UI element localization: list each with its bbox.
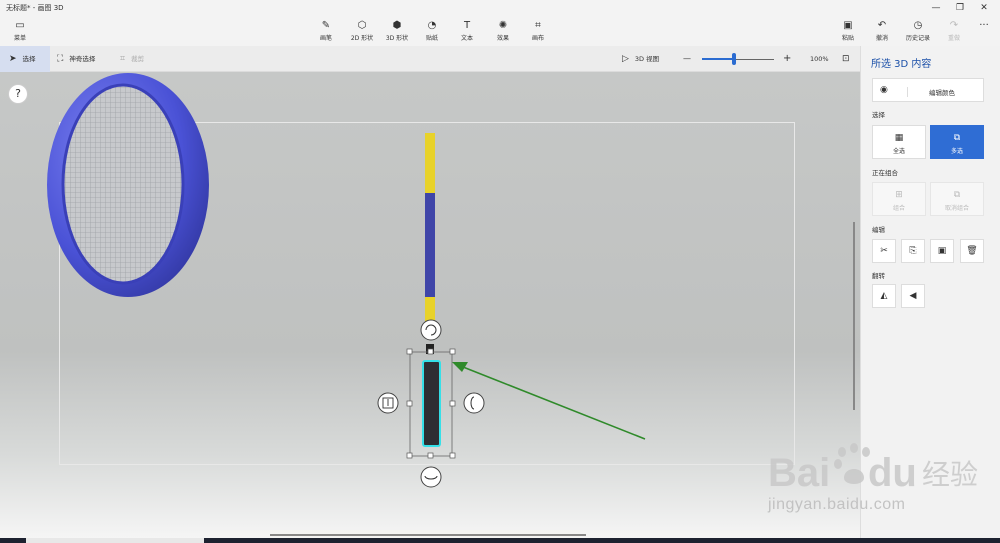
- edit-heading: 编辑: [872, 226, 885, 234]
- group-button[interactable]: ⊞ 组合: [872, 182, 926, 216]
- ungroup-icon: ⧉: [953, 190, 961, 200]
- zoom-level: 100%: [810, 55, 829, 63]
- effects-icon: ✺: [498, 20, 508, 31]
- svg-text:Bai: Bai: [768, 451, 830, 495]
- group-icon: ⊞: [895, 190, 903, 200]
- copy-icon: ⎘: [909, 246, 917, 256]
- flip-vertical-button[interactable]: ◀: [901, 284, 925, 308]
- window-title: 无标题* - 画图 3D: [6, 4, 64, 12]
- trash-icon: 🗑: [966, 246, 978, 256]
- tool-stickers[interactable]: ◔ 贴纸: [412, 20, 452, 46]
- select-all-button[interactable]: ▦ 全选: [872, 125, 926, 159]
- baidu-watermark: Bai du 经验 jingyan.baidu.com: [760, 438, 990, 528]
- crop-tool[interactable]: ⌗ 裁剪: [120, 46, 160, 72]
- undo-button[interactable]: ↶ 撤消: [862, 20, 902, 46]
- cut-button[interactable]: ✂: [872, 239, 896, 263]
- title-bar: 无标题* - 画图 3D — ❐ ✕ ▭ 菜单 ✎ 画笔 ⬡ 2D 形状 ⬢ 3…: [0, 0, 1000, 46]
- tool-brushes[interactable]: ✎ 画笔: [306, 20, 346, 46]
- flip-horizontal-button[interactable]: ◭: [872, 284, 896, 308]
- racket-head-3d-object[interactable]: [47, 73, 209, 297]
- 3d-shapes-icon: ⬢: [392, 20, 402, 31]
- zoom-out-button[interactable]: —: [683, 46, 693, 72]
- sticker-icon: ◔: [427, 20, 437, 31]
- close-button[interactable]: ✕: [972, 0, 996, 16]
- fit-screen-icon: ⊡: [842, 54, 850, 64]
- rotate-x-handle[interactable]: [463, 392, 485, 414]
- zoom-in-button[interactable]: +: [783, 46, 793, 72]
- scissors-icon: ✂: [880, 246, 888, 256]
- tool-effects[interactable]: ✺ 效果: [483, 20, 523, 46]
- tool-text[interactable]: T 文本: [447, 20, 487, 46]
- zoom-slider-thumb[interactable]: [732, 53, 736, 65]
- rotate-z-handle[interactable]: [420, 319, 442, 341]
- tool-3d-shapes[interactable]: ⬢ 3D 形状: [377, 20, 417, 46]
- delete-button[interactable]: 🗑: [960, 239, 984, 263]
- group-heading: 正在组合: [872, 169, 898, 177]
- 3d-view-icon: ▷: [622, 54, 629, 64]
- svg-text:经验: 经验: [922, 458, 978, 491]
- magic-select-icon: ⛶: [57, 54, 64, 64]
- restore-button[interactable]: ❐: [948, 0, 972, 16]
- tool-canvas[interactable]: ⌗ 画布: [518, 20, 558, 46]
- cursor-icon: ➤: [9, 54, 17, 64]
- racket-handle-3d-object[interactable]: [422, 360, 441, 447]
- paste-panel-button[interactable]: ▣: [930, 239, 954, 263]
- copy-button[interactable]: ⎘: [901, 239, 925, 263]
- history-button[interactable]: ◷ 历史记录: [898, 20, 938, 46]
- drawing-canvas[interactable]: ?: [0, 72, 860, 538]
- history-icon: ◷: [913, 20, 923, 31]
- canvas-icon: ⌗: [535, 20, 541, 31]
- fit-screen-button[interactable]: ⊡: [842, 46, 854, 72]
- tool-2d-shapes[interactable]: ⬡ 2D 形状: [342, 20, 382, 46]
- select-all-icon: ▦: [894, 133, 904, 143]
- horizontal-scrollbar[interactable]: [270, 534, 586, 536]
- rotate-y-handle[interactable]: [420, 466, 442, 488]
- 2d-shapes-icon: ⬡: [357, 20, 367, 31]
- baidu-logo: Bai du 经验: [768, 443, 978, 495]
- brush-icon: ✎: [321, 20, 331, 31]
- edit-color-button[interactable]: ◉ 编辑颜色: [872, 78, 984, 102]
- z-position-handle[interactable]: [377, 392, 399, 414]
- more-button[interactable]: ···: [964, 20, 1000, 46]
- crop-icon: ⌗: [120, 54, 126, 64]
- flip-vertical-icon: ◀: [909, 291, 917, 301]
- text-icon: T: [463, 20, 471, 31]
- vertical-scrollbar[interactable]: [853, 222, 855, 410]
- select-tool[interactable]: ➤ 选择: [0, 46, 50, 72]
- zoom-slider-fill: [702, 58, 734, 60]
- folder-icon: ▭: [15, 20, 25, 31]
- multi-select-icon: ⧉: [953, 133, 961, 143]
- ungroup-button[interactable]: ⧉ 取消组合: [930, 182, 984, 216]
- color-icon: ◉: [880, 85, 888, 95]
- watermark-url: jingyan.baidu.com: [768, 496, 906, 513]
- flip-heading: 翻转: [872, 272, 885, 280]
- menu-button[interactable]: ▭ 菜单: [0, 20, 40, 46]
- magic-select-tool[interactable]: ⛶ 神奇选择: [57, 46, 117, 72]
- svg-text:du: du: [868, 451, 917, 495]
- multi-select-button[interactable]: ⧉ 多选: [930, 125, 984, 159]
- minimize-button[interactable]: —: [924, 0, 948, 16]
- flip-horizontal-icon: ◭: [880, 291, 888, 301]
- 3d-scene: [47, 73, 646, 488]
- undo-icon: ↶: [877, 20, 887, 31]
- taskbar-window-preview: [26, 538, 204, 543]
- panel-title: 所选 3D 内容: [871, 59, 932, 70]
- paste-icon: ▣: [937, 246, 947, 256]
- select-heading: 选择: [872, 111, 885, 119]
- 3d-view-toggle[interactable]: ▷ 3D 视图: [622, 46, 672, 72]
- more-icon: ···: [979, 20, 989, 31]
